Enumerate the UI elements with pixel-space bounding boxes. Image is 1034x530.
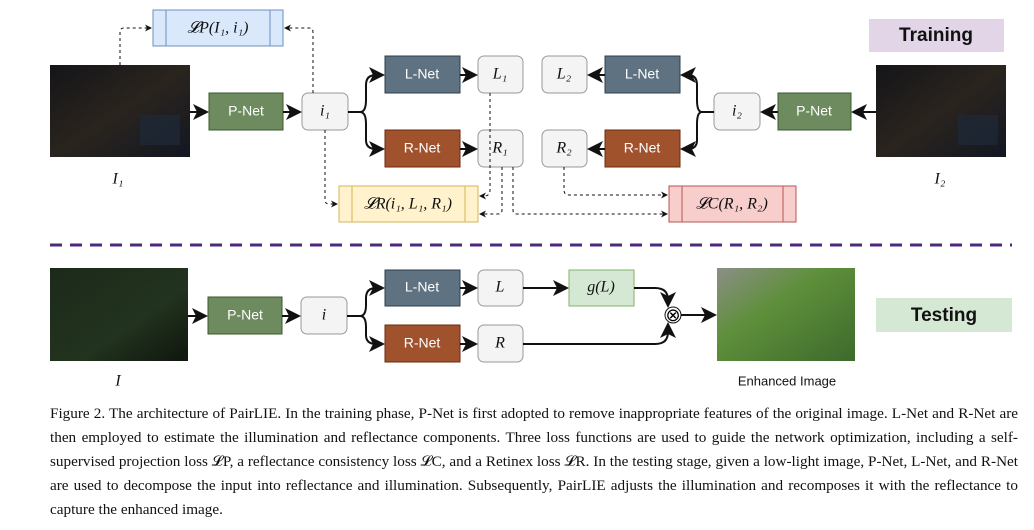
test-input-image — [50, 268, 188, 361]
training-section: Training I₁ I₂ 𝓛P(I₁, i₁) P-Net i₁ L-Net… — [50, 9, 1006, 223]
i1-label: i₁ — [320, 103, 330, 120]
lnet-2-label: L-Net — [625, 66, 659, 82]
figure-caption: Figure 2. The architecture of PairLIE. I… — [50, 405, 1018, 518]
R1-label: R₁ — [491, 140, 507, 157]
L-label: L — [495, 279, 505, 296]
lnet-1-label: L-Net — [405, 66, 439, 82]
input-2-label: I₂ — [934, 171, 946, 188]
loss-r-label: 𝓛R(i₁, L₁, R₁) — [364, 196, 452, 213]
loss-c-label: 𝓛C(R₁, R₂) — [696, 196, 768, 213]
rnet-2-label: R-Net — [624, 140, 661, 156]
L1-label: L₁ — [492, 66, 507, 83]
i-label: i — [322, 307, 326, 324]
lnet-test-label: L-Net — [405, 279, 439, 295]
enhanced-image — [717, 268, 855, 361]
pnet-1-label: P-Net — [228, 103, 264, 119]
rnet-test-label: R-Net — [404, 335, 441, 351]
test-input-label: I — [114, 373, 121, 390]
R-label: R — [494, 335, 505, 352]
loss-p-label: 𝓛P(I₁, i₁) — [188, 20, 249, 37]
R2-label: R₂ — [555, 140, 572, 157]
architecture-diagram: Training I₁ I₂ 𝓛P(I₁, i₁) P-Net i₁ L-Net… — [50, 9, 1012, 390]
testing-section: Testing I P-Net i L-Net R-Net L R g(L) ⊗… — [50, 268, 1012, 390]
L2-label: L₂ — [556, 66, 572, 83]
multiply-icon: ⊗ — [665, 305, 680, 326]
input-1-label: I₁ — [112, 171, 124, 188]
pnet-2-label: P-Net — [796, 103, 832, 119]
training-label: Training — [899, 25, 973, 46]
rnet-1-label: R-Net — [404, 140, 441, 156]
i2-label: i₂ — [732, 103, 742, 120]
g-label: g(L) — [587, 279, 615, 296]
testing-label: Testing — [911, 305, 977, 326]
enhanced-image-label: Enhanced Image — [738, 373, 836, 388]
pnet-test-label: P-Net — [227, 307, 263, 323]
training-flow-arrows — [190, 67, 876, 157]
